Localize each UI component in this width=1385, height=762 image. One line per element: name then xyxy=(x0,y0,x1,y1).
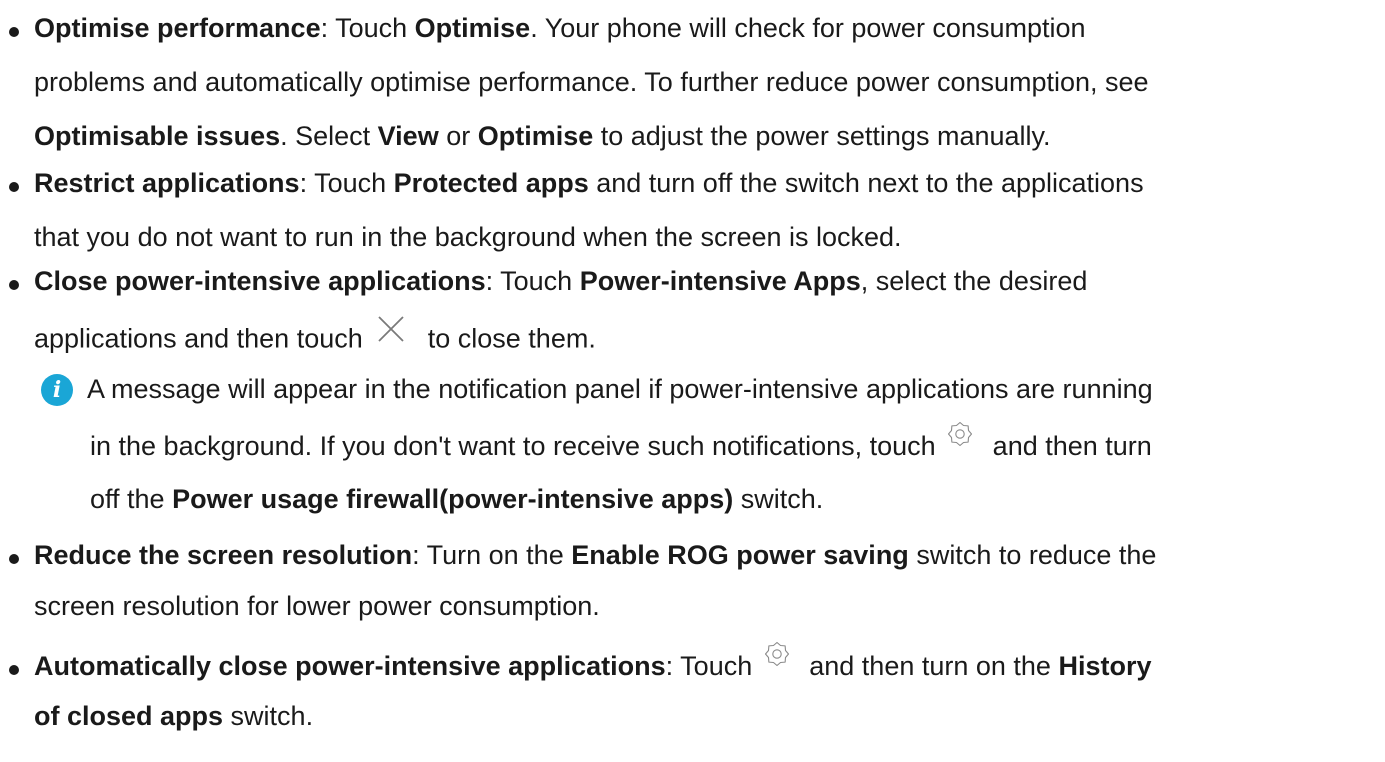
bold-term: of closed apps xyxy=(34,701,224,731)
text-run: : Touch xyxy=(320,13,415,43)
note-line: A message will appear in the notificatio… xyxy=(87,373,1153,405)
text-run: . Your phone will check for power consum… xyxy=(530,13,1086,43)
text-run: to close them. xyxy=(420,323,596,354)
bullet-dot xyxy=(9,665,19,675)
text-line: screen resolution for lower power consum… xyxy=(34,590,600,622)
bold-term: Optimisable issues xyxy=(34,121,281,151)
text-line: Restrict applications: Touch Protected a… xyxy=(34,167,1144,199)
text-run: and turn off the switch next to the appl… xyxy=(588,168,1144,198)
text-line: problems and automatically optimise perf… xyxy=(34,66,1149,98)
text-line: Close power-intensive applications: Touc… xyxy=(34,265,1087,297)
text-run: , select the desired xyxy=(860,266,1088,296)
text-run: . Select xyxy=(280,121,378,151)
bold-term: Power usage firewall(power-intensive app… xyxy=(172,484,734,514)
bold-term: Reduce the screen resolution xyxy=(34,540,413,570)
document-page: Optimise performance: Touch Optimise. Yo… xyxy=(0,0,1385,762)
text-run: and then turn on the xyxy=(801,651,1059,681)
bold-term: Power-intensive Apps xyxy=(579,266,861,296)
text-run: : Touch xyxy=(485,266,580,296)
bold-term: Close power-intensive applications xyxy=(34,266,486,296)
text-run: : Touch xyxy=(665,651,760,681)
bold-term: Optimise xyxy=(477,121,594,151)
text-run: in the background. If you don't want to … xyxy=(90,431,944,461)
text-run: off the xyxy=(90,484,173,514)
bold-term: Restrict applications xyxy=(34,168,300,198)
note-line: in the background. If you don't want to … xyxy=(90,422,1152,464)
text-run: switch. xyxy=(223,701,314,731)
bold-term: Automatically close power-intensive appl… xyxy=(34,651,666,681)
text-run: switch. xyxy=(733,484,824,514)
text-line: of closed apps switch. xyxy=(34,700,313,732)
text-run: : Touch xyxy=(299,168,394,198)
bullet-dot xyxy=(9,280,19,290)
text-run: to adjust the power settings manually. xyxy=(593,121,1051,151)
text-run: problems and automatically optimise perf… xyxy=(34,67,1149,97)
text-run: A message will appear in the notificatio… xyxy=(87,374,1153,404)
info-icon: i xyxy=(41,374,73,406)
bullet-dot xyxy=(9,182,19,192)
note-line: off the Power usage firewall(power-inten… xyxy=(90,483,823,515)
bold-term: Optimise performance xyxy=(34,13,321,43)
bold-term: Protected apps xyxy=(393,168,589,198)
text-run: or xyxy=(438,121,478,151)
text-line: applications and then touch to close the… xyxy=(34,316,596,359)
bullet-dot xyxy=(9,554,19,564)
text-run: applications and then touch xyxy=(34,323,371,354)
bold-term: Enable ROG power saving xyxy=(571,540,909,570)
text-run: and then turn xyxy=(985,431,1152,461)
text-line: Automatically close power-intensive appl… xyxy=(34,642,1152,684)
text-line: Optimisable issues. Select View or Optim… xyxy=(34,120,1051,152)
text-run: : Turn on the xyxy=(412,540,572,570)
gear-icon xyxy=(947,421,973,454)
text-line: that you do not want to run in the backg… xyxy=(34,221,902,253)
text-line: Optimise performance: Touch Optimise. Yo… xyxy=(34,12,1086,44)
text-run: switch to reduce the xyxy=(908,540,1157,570)
text-run: screen resolution for lower power consum… xyxy=(34,591,600,621)
text-line: Reduce the screen resolution: Turn on th… xyxy=(34,539,1156,571)
gear-icon xyxy=(764,641,790,674)
bold-term: History xyxy=(1058,651,1152,681)
text-run: that you do not want to run in the backg… xyxy=(34,222,902,252)
bold-term: Optimise xyxy=(414,13,531,43)
bullet-dot xyxy=(9,27,19,37)
bold-term: View xyxy=(377,121,439,151)
close-icon xyxy=(376,314,406,351)
